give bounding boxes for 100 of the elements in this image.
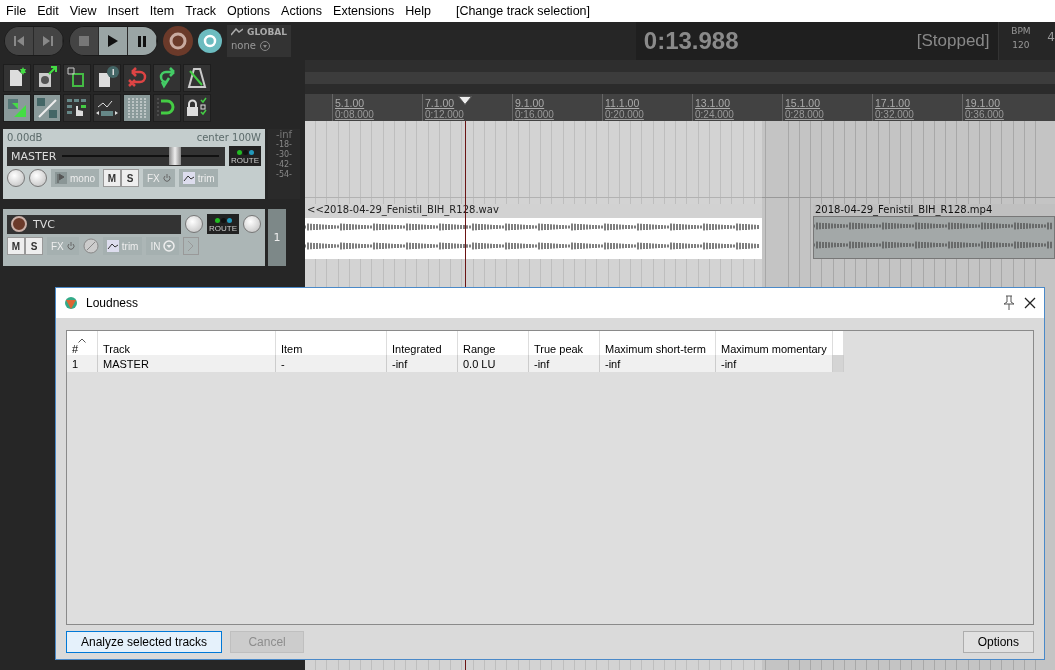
pause-button[interactable] <box>128 27 157 55</box>
column-header[interactable]: Maximum short-term <box>599 331 716 355</box>
flag-icon <box>55 172 67 184</box>
toolbar-button[interactable] <box>33 94 61 122</box>
toolbar-button[interactable] <box>63 94 91 122</box>
time-label: 0:28.000 <box>785 109 824 121</box>
bar-label: 9.1.00 <box>515 97 545 109</box>
stop-button[interactable] <box>70 27 99 55</box>
menu-item[interactable]: Actions <box>281 4 329 18</box>
time-label: 0:20.000 <box>605 109 644 121</box>
skip-back-icon <box>14 36 24 46</box>
table-cell: - <box>275 355 387 372</box>
bpm-label: BPM <box>1011 26 1031 36</box>
table-cell: -inf <box>386 355 458 372</box>
record-button[interactable] <box>163 26 193 56</box>
mute-button[interactable]: M <box>103 169 121 187</box>
bar-label: 15.1.00 <box>785 97 821 109</box>
meter-scale-label: -54- <box>276 170 292 180</box>
route-button[interactable]: ROUTE <box>229 146 261 166</box>
column-header[interactable]: # <box>67 331 98 355</box>
media-item[interactable]: 2018-04-29_Fenistil_BIH_R128.mp4 <box>813 204 1055 259</box>
table-cell: 1 <box>67 355 98 372</box>
toolbar-button[interactable] <box>3 64 31 92</box>
app-logo-icon <box>64 296 78 310</box>
menu-item[interactable]: Extensions <box>333 4 401 18</box>
go-to-start-button[interactable] <box>5 27 34 55</box>
time-label: 0:16.000 <box>515 109 554 121</box>
repeat-button[interactable] <box>198 29 222 53</box>
solo-button[interactable]: S <box>121 169 139 187</box>
dialog-button[interactable]: Analyze selected tracks <box>66 631 223 653</box>
time-readout: 0:13.988 <box>643 27 739 55</box>
window-title: Loudness <box>86 296 140 310</box>
menu-item[interactable]: Item <box>149 4 181 18</box>
column-header[interactable]: Integrated <box>386 331 458 355</box>
menu-item[interactable]: File <box>6 4 33 18</box>
column-header[interactable]: True peak <box>528 331 600 355</box>
time-label: 0:12.000 <box>425 109 464 121</box>
record-arm-button[interactable] <box>11 216 27 232</box>
column-header[interactable]: Item <box>275 331 387 355</box>
menu-item[interactable]: Track <box>185 4 222 18</box>
table-cell: -inf <box>528 355 600 372</box>
envelope-icon <box>231 28 243 36</box>
column-header[interactable]: Maximum momentary <box>715 331 833 355</box>
item-name: 2018-04-29_Fenistil_BIH_R128.mp4 <box>813 204 1055 216</box>
bar-label: 17.1.00 <box>875 97 911 109</box>
time-label: 0:32.000 <box>875 109 914 121</box>
bar-label: 11.1.00 <box>605 97 640 109</box>
menu-item[interactable]: Edit <box>37 4 65 18</box>
table-cell: -inf <box>599 355 716 372</box>
bar-label: 7.1.00 <box>425 97 455 109</box>
column-header[interactable]: Track <box>97 331 276 355</box>
toolbar-button[interactable] <box>3 94 31 122</box>
table-cell: MASTER <box>97 355 276 372</box>
timeline-ruler[interactable]: 5.1.00 0:08.000 7.1.00 0:12.000 9.1.00 0:16.000 11.1.00 0:20.000 13.1.00 0:24.000 15.1.00 0:28.000 17.1.00 0:32.000 19.1.00 0:36.000 <box>305 94 1055 121</box>
close-icon[interactable] <box>1024 297 1036 309</box>
menu-item[interactable]: Insert <box>107 4 145 18</box>
menu-item[interactable]: View <box>69 4 103 18</box>
dropdown-icon <box>163 240 176 252</box>
pin-icon[interactable] <box>1002 295 1016 311</box>
table-cell: -inf <box>715 355 833 372</box>
stop-icon <box>79 36 89 46</box>
playhead-icon <box>458 96 472 105</box>
bar-label: 13.1.00 <box>695 97 731 109</box>
width-readout: 100W <box>232 132 261 143</box>
time-label: 0:08.000 <box>335 109 374 121</box>
automation-mode-box[interactable]: GLOBAL none <box>227 25 291 57</box>
power-icon <box>66 242 75 250</box>
slider-thumb[interactable] <box>169 147 182 165</box>
toolbar-button[interactable] <box>153 64 181 92</box>
bar-label: 5.1.00 <box>335 97 365 109</box>
menu-item[interactable]: Help <box>405 4 437 18</box>
route-button[interactable]: ROUTE <box>207 214 239 234</box>
column-header[interactable]: Range <box>457 331 529 355</box>
go-to-end-button[interactable] <box>34 27 63 55</box>
toolbar-button[interactable] <box>93 94 121 122</box>
automation-label: GLOBAL <box>247 27 287 37</box>
toolbar-button[interactable] <box>153 94 181 122</box>
menu-item[interactable]: Options <box>226 4 277 18</box>
time-signature: 4 <box>1046 29 1055 46</box>
bar-label: 19.1.00 <box>965 97 1001 109</box>
toolbar-button[interactable] <box>123 94 151 122</box>
toolbar-button[interactable] <box>93 64 121 92</box>
toolbar-button[interactable] <box>183 64 211 92</box>
volume-readout: 0.00dB <box>7 132 43 143</box>
mute-button[interactable]: M <box>7 237 25 255</box>
power-icon <box>162 174 171 182</box>
pan-knob[interactable] <box>243 215 261 233</box>
volume-knob[interactable] <box>185 215 203 233</box>
solo-button[interactable]: S <box>25 237 43 255</box>
play-button[interactable] <box>99 27 128 55</box>
volume-knob[interactable] <box>7 169 25 187</box>
loop-icon <box>203 34 217 48</box>
play-icon <box>108 35 118 47</box>
toolbar-button[interactable] <box>183 94 211 122</box>
dialog-button[interactable]: Options <box>962 631 1034 653</box>
time-label: 0:36.000 <box>965 109 1004 121</box>
link-icon <box>34 95 60 121</box>
pan-knob[interactable] <box>29 169 47 187</box>
time-label: 0:24.000 <box>695 109 734 121</box>
pan-readout: center <box>196 132 229 143</box>
